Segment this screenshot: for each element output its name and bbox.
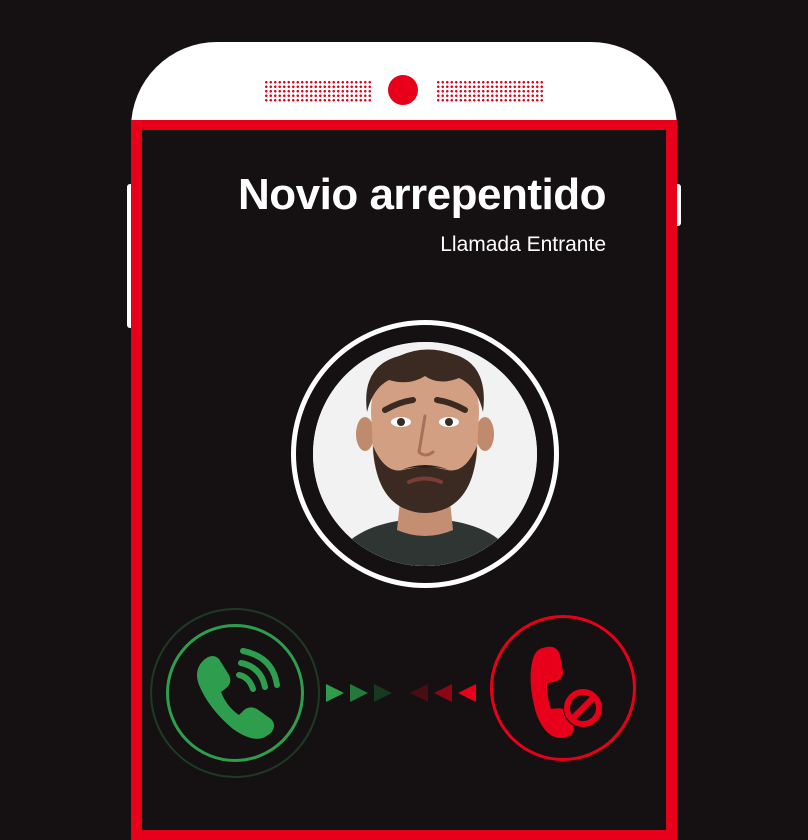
phone-mockup: Novio arrepentido Llamada Entrante <box>0 0 808 840</box>
front-camera <box>388 75 418 105</box>
phone-decline-icon <box>530 646 603 738</box>
arrow-left-icon <box>410 684 476 702</box>
accept-call-button[interactable] <box>166 624 304 762</box>
speaker-grille-left <box>264 80 372 102</box>
speaker-grille-right <box>436 80 544 102</box>
caller-name: Novio arrepentido <box>238 170 607 219</box>
caller-photo <box>313 342 537 566</box>
call-status: Llamada Entrante <box>440 233 606 256</box>
decline-call-button[interactable] <box>490 615 636 761</box>
swipe-accept-arrows <box>326 682 396 704</box>
caller-avatar <box>313 342 537 566</box>
phone-answer-icon <box>197 648 280 739</box>
swipe-decline-arrows <box>410 682 480 704</box>
arrow-right-icon <box>326 684 392 702</box>
